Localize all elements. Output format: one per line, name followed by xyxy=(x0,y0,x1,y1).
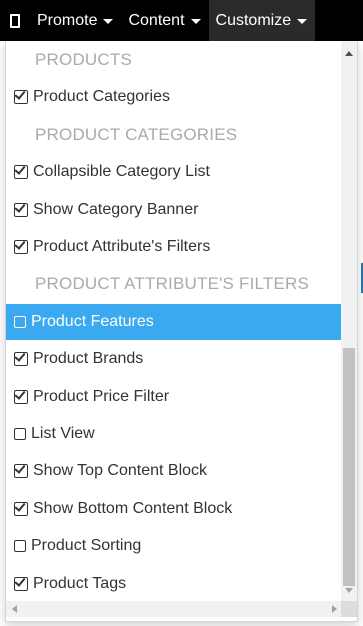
menu-option-label: Product Sorting xyxy=(31,537,142,555)
scroll-left-arrow-icon[interactable] xyxy=(12,605,17,613)
menu-option[interactable]: Show Top Content Block xyxy=(6,453,343,489)
dropdown-list: PRODUCTS Product Categories PRODUCT CATEGO… xyxy=(6,41,343,601)
menu-option-label: Collapsible Category List xyxy=(33,163,210,181)
menu-option[interactable]: Product Tags xyxy=(6,566,343,601)
mobile-preview-button[interactable] xyxy=(0,0,30,41)
menu-option-label: Product Brands xyxy=(33,350,144,368)
checked-checkbox-icon[interactable] xyxy=(14,165,28,180)
menu-option[interactable]: Product Brands xyxy=(6,341,343,377)
scroll-up-arrow-icon[interactable] xyxy=(345,51,353,56)
caret-down-icon xyxy=(297,19,308,24)
menu-option-label: Product Categories xyxy=(33,88,170,106)
unchecked-checkbox-icon[interactable] xyxy=(14,428,26,440)
menu-option[interactable]: Product Features xyxy=(6,303,343,340)
top-navbar: Promote Content Customize xyxy=(0,0,363,41)
checked-checkbox-icon[interactable] xyxy=(14,576,28,591)
scrollbar-corner xyxy=(341,601,357,617)
menu-option-label: List View xyxy=(31,425,95,442)
checked-checkbox-icon[interactable] xyxy=(14,90,28,105)
caret-down-icon xyxy=(103,19,114,24)
checked-checkbox-icon[interactable] xyxy=(14,501,28,516)
menu-section-header: PRODUCT CATEGORIES xyxy=(6,117,343,153)
menu-option-label: Product Tags xyxy=(33,574,127,592)
checked-checkbox-icon[interactable] xyxy=(14,352,28,367)
horizontal-scrollbar[interactable] xyxy=(6,601,343,617)
nav-content-label: Content xyxy=(128,11,185,29)
menu-option[interactable]: Product Categories xyxy=(6,79,343,115)
page: Promote Content Customize PRODUCTS Produc… xyxy=(0,0,363,626)
menu-option-label: Product Features xyxy=(31,312,154,330)
menu-section-header: PRODUCTS xyxy=(6,42,343,78)
menu-section-header-label: PRODUCT ATTRIBUTE'S FILTERS xyxy=(35,274,310,294)
menu-option[interactable]: Product Sorting xyxy=(6,528,343,564)
vertical-scrollbar[interactable] xyxy=(341,41,357,601)
menu-option-label: Show Bottom Content Block xyxy=(33,499,233,517)
checked-checkbox-icon[interactable] xyxy=(14,389,28,404)
unchecked-checkbox-icon[interactable] xyxy=(14,540,26,553)
menu-option-label: Show Top Content Block xyxy=(33,462,208,480)
customize-dropdown-menu: PRODUCTS Product Categories PRODUCT CATEGO… xyxy=(5,41,358,622)
nav-promote[interactable]: Promote xyxy=(30,0,121,41)
checked-checkbox-icon[interactable] xyxy=(14,240,28,254)
menu-option[interactable]: List View xyxy=(6,416,343,452)
scroll-down-arrow-icon[interactable] xyxy=(345,588,353,593)
checked-checkbox-icon[interactable] xyxy=(14,464,28,479)
scroll-right-arrow-icon[interactable] xyxy=(332,605,337,613)
menu-option[interactable]: Collapsible Category List xyxy=(6,154,343,190)
menu-section-header: PRODUCT ATTRIBUTE'S FILTERS xyxy=(6,266,343,302)
unchecked-checkbox-icon[interactable] xyxy=(14,315,26,328)
menu-option-label: Product Attribute's Filters xyxy=(33,238,211,255)
menu-option[interactable]: Product Attribute's Filters xyxy=(6,229,343,265)
checked-checkbox-icon[interactable] xyxy=(14,202,28,217)
menu-option[interactable]: Show Category Banner xyxy=(6,192,343,228)
caret-down-icon xyxy=(190,19,201,24)
menu-section-header-label: PRODUCT CATEGORIES xyxy=(35,124,238,144)
menu-option[interactable]: Product Price Filter xyxy=(6,379,343,415)
menu-option-label: Show Category Banner xyxy=(33,200,199,218)
menu-option-label: Product Price Filter xyxy=(33,387,170,405)
nav-customize-label: Customize xyxy=(215,11,292,29)
menu-section-header-label: PRODUCTS xyxy=(35,50,132,69)
menu-option[interactable]: Show Bottom Content Block xyxy=(6,491,343,527)
nav-customize[interactable]: Customize xyxy=(208,0,316,41)
vertical-scroll-thumb[interactable] xyxy=(343,348,355,586)
nav-content[interactable]: Content xyxy=(121,0,208,41)
mobile-phone-icon xyxy=(10,13,20,28)
nav-promote-label: Promote xyxy=(37,11,98,29)
